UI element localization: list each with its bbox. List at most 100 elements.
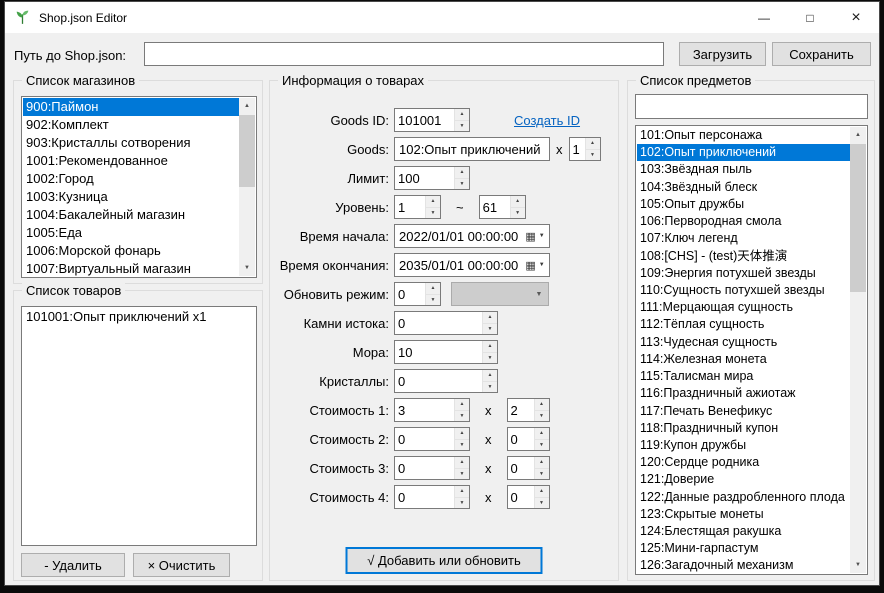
primogems-spinner[interactable]: ▲▼ xyxy=(394,311,498,335)
list-item[interactable]: 1006:Морской фонарь xyxy=(23,242,239,260)
spin-down-icon[interactable]: ▼ xyxy=(455,497,469,509)
list-item[interactable]: 120:Сердце родника xyxy=(637,454,850,471)
list-item[interactable]: 1004:Бакалейный магазин xyxy=(23,206,239,224)
load-button[interactable]: Загрузить xyxy=(679,42,766,66)
list-item[interactable]: 103:Звёздная пыль xyxy=(637,161,850,178)
save-button[interactable]: Сохранить xyxy=(772,42,871,66)
list-item[interactable]: 900:Паймон xyxy=(23,98,239,116)
time-end-picker[interactable]: 2035/01/01 00:00:00 ▦▼ xyxy=(394,253,550,277)
cost2-id-input[interactable] xyxy=(395,428,454,450)
shop-list[interactable]: 900:Паймон902:Комплект903:Кристаллы сотв… xyxy=(23,98,239,276)
cost2-id-spinner[interactable]: ▲▼ xyxy=(394,427,470,451)
item-list[interactable]: 101:Опыт персонажа102:Опыт приключений10… xyxy=(637,127,850,573)
spin-down-icon[interactable]: ▼ xyxy=(483,352,497,364)
list-item[interactable]: 1002:Город xyxy=(23,170,239,188)
cost3-count-spinner[interactable]: ▲▼ xyxy=(507,456,550,480)
list-item[interactable]: 122:Данные раздробленного плода xyxy=(637,489,850,506)
list-item[interactable]: 117:Печать Венефикус xyxy=(637,403,850,420)
list-item[interactable]: 124:Блестящая ракушка xyxy=(637,523,850,540)
shop-list-scrollbar[interactable]: ▲ ▼ xyxy=(239,98,255,276)
clear-button[interactable]: × Очистить xyxy=(133,553,230,577)
crystals-spinner[interactable]: ▲▼ xyxy=(394,369,498,393)
add-or-update-button[interactable]: √ Добавить или обновить xyxy=(346,547,543,574)
list-item[interactable]: 106:Первородная смола xyxy=(637,213,850,230)
cost1-count-input[interactable] xyxy=(508,399,534,421)
path-input[interactable] xyxy=(144,42,664,66)
list-item[interactable]: 101001:Опыт приключений x1 xyxy=(23,308,255,326)
spin-down-icon[interactable]: ▼ xyxy=(535,439,549,451)
list-item[interactable]: 116:Праздничный ажиотаж xyxy=(637,385,850,402)
scroll-up-icon[interactable]: ▲ xyxy=(850,127,866,143)
cost3-id-input[interactable] xyxy=(395,457,454,479)
create-id-link[interactable]: Создать ID xyxy=(514,113,580,128)
spin-down-icon[interactable]: ▼ xyxy=(483,323,497,335)
cost3-count-input[interactable] xyxy=(508,457,534,479)
list-item[interactable]: 111:Мерцающая сущность xyxy=(637,299,850,316)
list-item[interactable]: 119:Купон дружбы xyxy=(637,437,850,454)
list-item[interactable]: 125:Мини-гарпастум xyxy=(637,540,850,557)
spin-up-icon[interactable]: ▲ xyxy=(483,341,497,352)
list-item[interactable]: 110:Сущность потухшей звезды xyxy=(637,282,850,299)
list-item[interactable]: 903:Кристаллы сотворения xyxy=(23,134,239,152)
scroll-down-icon[interactable]: ▼ xyxy=(850,557,866,573)
list-item[interactable]: 126:Загадочный механизм xyxy=(637,557,850,573)
spin-down-icon[interactable]: ▼ xyxy=(455,410,469,422)
list-item[interactable]: 1005:Еда xyxy=(23,224,239,242)
cost3-id-spinner[interactable]: ▲▼ xyxy=(394,456,470,480)
cost4-count-spinner[interactable]: ▲▼ xyxy=(507,485,550,509)
cost2-count-spinner[interactable]: ▲▼ xyxy=(507,427,550,451)
cost4-id-input[interactable] xyxy=(395,486,454,508)
spin-up-icon[interactable]: ▲ xyxy=(426,196,440,207)
list-item[interactable]: 102:Опыт приключений xyxy=(637,144,850,161)
list-item[interactable]: 108:[CHS] - (test)天体推演 xyxy=(637,248,850,265)
scroll-down-icon[interactable]: ▼ xyxy=(239,260,255,276)
level-min-spinner[interactable]: ▲▼ xyxy=(394,195,441,219)
list-item[interactable]: 105:Опыт дружбы xyxy=(637,196,850,213)
spin-down-icon[interactable]: ▼ xyxy=(455,178,469,190)
cost1-id-input[interactable] xyxy=(395,399,454,421)
spin-down-icon[interactable]: ▼ xyxy=(586,149,600,161)
spin-up-icon[interactable]: ▲ xyxy=(535,486,549,497)
mora-spinner[interactable]: ▲▼ xyxy=(394,340,498,364)
item-list-scrollbar[interactable]: ▲ ▼ xyxy=(850,127,866,573)
list-item[interactable]: 121:Доверие xyxy=(637,471,850,488)
limit-input[interactable] xyxy=(395,167,454,189)
refresh-mode-spinner[interactable]: ▲▼ xyxy=(394,282,441,306)
spin-down-icon[interactable]: ▼ xyxy=(426,207,440,219)
list-item[interactable]: 118:Праздничный купон xyxy=(637,420,850,437)
spin-up-icon[interactable]: ▲ xyxy=(455,486,469,497)
list-item[interactable]: 114:Железная монета xyxy=(637,351,850,368)
spin-up-icon[interactable]: ▲ xyxy=(483,370,497,381)
cost4-id-spinner[interactable]: ▲▼ xyxy=(394,485,470,509)
list-item[interactable]: 115:Талисман мира xyxy=(637,368,850,385)
spin-up-icon[interactable]: ▲ xyxy=(455,167,469,178)
spin-down-icon[interactable]: ▼ xyxy=(455,468,469,480)
list-item[interactable]: 902:Комплект xyxy=(23,116,239,134)
spin-up-icon[interactable]: ▲ xyxy=(455,428,469,439)
scroll-thumb[interactable] xyxy=(850,144,866,292)
list-item[interactable]: 107:Ключ легенд xyxy=(637,230,850,247)
spin-down-icon[interactable]: ▼ xyxy=(535,468,549,480)
primogems-input[interactable] xyxy=(395,312,482,334)
maximize-button[interactable]: □ xyxy=(787,2,833,33)
list-item[interactable]: 1007:Виртуальный магазин xyxy=(23,260,239,276)
spin-up-icon[interactable]: ▲ xyxy=(535,457,549,468)
spin-down-icon[interactable]: ▼ xyxy=(455,120,469,132)
scroll-thumb[interactable] xyxy=(239,115,255,187)
goods-list[interactable]: 101001:Опыт приключений x1 xyxy=(23,308,255,544)
minimize-button[interactable]: — xyxy=(741,2,787,33)
spin-up-icon[interactable]: ▲ xyxy=(535,399,549,410)
spin-up-icon[interactable]: ▲ xyxy=(455,457,469,468)
list-item[interactable]: 109:Энергия потухшей звезды xyxy=(637,265,850,282)
close-button[interactable]: × xyxy=(833,2,879,33)
scroll-up-icon[interactable]: ▲ xyxy=(239,98,255,114)
time-start-dropdown[interactable]: ▦▼ xyxy=(521,225,549,247)
goods-count-spinner[interactable]: ▲▼ xyxy=(569,137,601,161)
spin-up-icon[interactable]: ▲ xyxy=(586,138,600,149)
spin-down-icon[interactable]: ▼ xyxy=(426,294,440,306)
limit-spinner[interactable]: ▲▼ xyxy=(394,166,470,190)
spin-up-icon[interactable]: ▲ xyxy=(511,196,525,207)
spin-down-icon[interactable]: ▼ xyxy=(483,381,497,393)
delete-button[interactable]: - Удалить xyxy=(21,553,125,577)
goods-input[interactable] xyxy=(394,137,550,161)
